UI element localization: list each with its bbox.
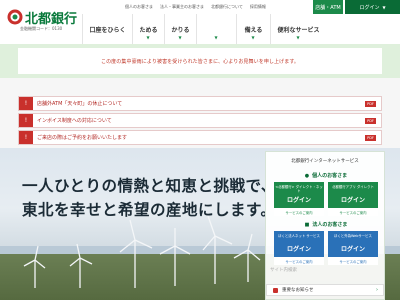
alert-icon	[273, 287, 278, 293]
alert-text: インボイス制度への対応について	[37, 118, 112, 124]
pdf-badge: PDF	[365, 134, 376, 141]
chevron-down-icon: ▼	[382, 4, 386, 10]
logo-icon[interactable]	[7, 9, 23, 25]
login-label: ログイン	[286, 197, 311, 204]
global-nav: 口座をひらく ためる ▼ かりる ▼ ふやす ▼ 備える ▼ 便利なサービス ▼	[82, 14, 400, 44]
link-recruit[interactable]: 採用情報	[250, 4, 266, 10]
chevron-down-icon: ▼	[251, 35, 255, 40]
panel-title: 北都銀行インターネットサービス	[291, 159, 359, 164]
nav-label: かりる	[171, 26, 190, 34]
service-caption: 北都銀行アプリ ダイレクト	[332, 185, 374, 189]
login-label: ログイン	[359, 4, 380, 11]
exclamation-icon: !	[19, 131, 33, 144]
building-icon: ■	[304, 221, 310, 228]
nav-services[interactable]: 便利なサービス ▼	[270, 14, 326, 44]
disaster-notice[interactable]: この度の集中豪雨により被害を受けられた皆さまに、心よりお見舞いを申し上げます。	[18, 48, 382, 74]
exclamation-icon: !	[19, 97, 33, 110]
nav-label: 便利なサービス	[277, 26, 320, 34]
nav-label: 口座をひらく	[89, 26, 126, 34]
internet-service-panel: 北都銀行インターネットサービス ● 個人のお客さま <北都銀行> ダイレクト・ネ…	[265, 151, 385, 300]
forex-web-login[interactable]: ほくと外為Webサービス ログイン サービスのご案内	[328, 231, 378, 265]
app-direct-login[interactable]: 北都銀行アプリ ダイレクト ログイン サービスのご案内	[328, 182, 378, 216]
pdf-badge: PDF	[365, 100, 376, 107]
alert-item[interactable]: ! 店舗外ATM「天々町」の休止について PDF	[18, 96, 382, 111]
link-business[interactable]: 法人・事業主のお客さま	[160, 4, 204, 10]
personal-label-text: 個人のお客さま	[312, 173, 348, 179]
service-caption: <北都銀行> ダイレクト・ネット	[275, 185, 323, 193]
service-guide-link[interactable]: サービスのご案内	[328, 208, 378, 216]
exclamation-icon: !	[19, 114, 33, 127]
nav-prepare[interactable]: 備える ▼	[236, 14, 270, 44]
chevron-down-icon: ▼	[214, 35, 218, 40]
hero-headline-2: 東北を幸せと希望の産地にします。	[22, 200, 277, 219]
notice-text: この度の集中豪雨により被害を受けられた皆さまに、心よりお見舞いを申し上げます。	[100, 58, 300, 65]
hero-headline-1: 一人ひとりの情熱と知恵と挑戦で、	[22, 176, 277, 195]
login-button[interactable]: ログイン ▼	[345, 0, 400, 14]
business-label-text: 法人のお客さま	[312, 222, 348, 228]
chevron-down-icon: ▼	[296, 35, 300, 40]
notice-section: この度の集中豪雨により被害を受けられた皆さまに、心よりお見舞いを申し上げます。	[0, 44, 400, 78]
important-notice-label: 重要なお知らせ	[282, 288, 314, 293]
alert-text: ご来店の際はご予約をお願いいたします	[37, 135, 128, 141]
nav-open-account[interactable]: 口座をひらく	[82, 14, 132, 44]
login-label: ログイン	[340, 246, 365, 253]
person-icon: ●	[304, 172, 310, 179]
nav-label: 備える	[244, 26, 263, 34]
service-guide-link[interactable]: サービスのご案内	[274, 257, 324, 265]
nav-save[interactable]: ためる ▼	[132, 14, 164, 44]
corporate-net-login[interactable]: ほくと法人ネット サービス ログイン サービスのご案内	[274, 231, 324, 265]
business-section-label: ■ 法人のお客さま	[274, 220, 378, 229]
pdf-badge: PDF	[365, 117, 376, 124]
nav-borrow[interactable]: かりる ▼	[164, 14, 196, 44]
chevron-down-icon: ▼	[146, 35, 150, 40]
link-about[interactable]: 北都銀行について	[211, 4, 243, 10]
personal-section-label: ● 個人のお客さま	[274, 171, 378, 180]
store-atm-button[interactable]: 店舗・ATM	[313, 0, 343, 14]
link-personal[interactable]: 個人のお客さま	[125, 4, 153, 10]
service-caption: ほくと法人ネット サービス	[278, 234, 320, 238]
alert-item[interactable]: ! ご来店の際はご予約をお願いいたします PDF	[18, 130, 382, 145]
alert-item[interactable]: ! インボイス制度への対応について PDF	[18, 113, 382, 128]
logo-text[interactable]: 北都銀行	[25, 8, 77, 27]
site-search-input[interactable]: サイト内検索	[266, 265, 384, 275]
nav-increase[interactable]: ふやす ▼	[196, 14, 236, 44]
alert-text: 店舗外ATM「天々町」の休止について	[37, 101, 123, 107]
bank-code: 金融機関コード：0130	[20, 26, 63, 31]
nav-label: ためる	[139, 26, 158, 34]
login-label: ログイン	[286, 246, 311, 253]
chevron-right-icon: ›	[376, 287, 378, 293]
chevron-down-icon: ▼	[178, 35, 182, 40]
service-guide-link[interactable]: サービスのご案内	[328, 257, 378, 265]
utility-links: 個人のお客さま 法人・事業主のお客さま 北都銀行について 採用情報	[125, 4, 266, 10]
important-notice-button[interactable]: 重要なお知らせ ›	[266, 284, 384, 296]
service-caption: ほくと外為Webサービス	[334, 234, 372, 238]
direct-net-login[interactable]: <北都銀行> ダイレクト・ネット ログイン サービスのご案内	[274, 182, 324, 216]
service-guide-link[interactable]: サービスのご案内	[274, 208, 324, 216]
login-label: ログイン	[340, 197, 365, 204]
